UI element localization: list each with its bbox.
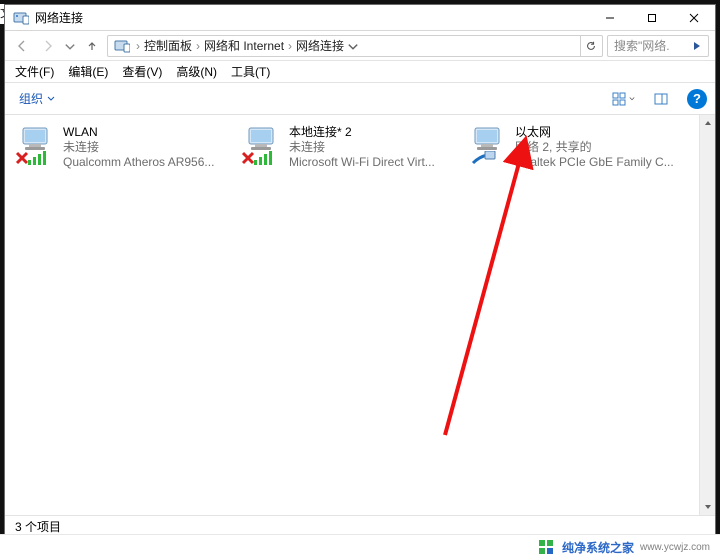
connection-name: 本地连接* 2 — [289, 125, 435, 140]
window-icon — [13, 10, 29, 26]
connection-name: 以太网 — [515, 125, 674, 140]
connection-device: Qualcomm Atheros AR956... — [63, 155, 214, 170]
ethernet-plug-icon — [471, 151, 497, 167]
close-button[interactable] — [673, 5, 715, 31]
address-dropdown-icon[interactable] — [346, 36, 360, 56]
breadcrumb-item[interactable]: 控制面板 — [142, 37, 194, 54]
watermark-url: www.ycwjz.com — [640, 542, 710, 553]
menu-edit[interactable]: 编辑(E) — [62, 62, 114, 81]
recent-locations-button[interactable] — [63, 35, 77, 57]
signal-bars-icon — [28, 149, 52, 165]
search-input[interactable] — [612, 38, 672, 54]
connection-name: WLAN — [63, 125, 214, 140]
network-adapter-icon — [467, 125, 509, 165]
watermark-strip: 纯净系统之家 www.ycwjz.com — [0, 534, 720, 560]
organize-button[interactable]: 组织 — [19, 90, 55, 107]
search-box[interactable] — [607, 35, 709, 57]
menu-advanced[interactable]: 高级(N) — [170, 62, 223, 81]
breadcrumb-item[interactable]: 网络连接 — [294, 37, 346, 54]
annotation-arrow — [425, 135, 625, 455]
explorer-window: 网络连接 › 控制面板 › — [4, 4, 716, 538]
connection-device: Realtek PCIe GbE Family C... — [515, 155, 674, 170]
back-button[interactable] — [11, 35, 33, 57]
navigation-bar: › 控制面板 › 网络和 Internet › 网络连接 — [5, 31, 715, 61]
scroll-track[interactable] — [700, 131, 715, 499]
connection-item-local2[interactable]: 本地连接* 2 未连接 Microsoft Wi-Fi Direct Virt.… — [235, 121, 461, 175]
help-button[interactable]: ? — [687, 89, 707, 109]
scroll-up-icon[interactable] — [700, 115, 715, 131]
network-adapter-icon — [15, 125, 57, 165]
titlebar: 网络连接 — [5, 5, 715, 31]
address-icon — [114, 38, 130, 54]
watermark-brand: 纯净系统之家 — [562, 539, 634, 556]
content-area: WLAN 未连接 Qualcomm Atheros AR956... — [5, 115, 715, 515]
disabled-x-icon — [241, 151, 255, 165]
connection-list: WLAN 未连接 Qualcomm Atheros AR956... — [5, 115, 715, 181]
vertical-scrollbar[interactable] — [699, 115, 715, 515]
minimize-button[interactable] — [589, 5, 631, 31]
forward-button[interactable] — [37, 35, 59, 57]
breadcrumb-sep-icon: › — [134, 39, 142, 53]
menu-tools[interactable]: 工具(T) — [225, 62, 276, 81]
preview-pane-button[interactable] — [643, 87, 679, 111]
menu-view[interactable]: 查看(V) — [116, 62, 168, 81]
scroll-down-icon[interactable] — [700, 499, 715, 515]
connection-status: 未连接 — [63, 140, 214, 155]
menu-bar: 文件(F) 编辑(E) 查看(V) 高级(N) 工具(T) — [5, 61, 715, 83]
connection-device: Microsoft Wi-Fi Direct Virt... — [289, 155, 435, 170]
search-go-icon[interactable] — [690, 39, 704, 53]
network-adapter-icon — [241, 125, 283, 165]
window-title: 网络连接 — [35, 9, 83, 26]
chevron-down-icon — [629, 96, 635, 102]
connection-item-wlan[interactable]: WLAN 未连接 Qualcomm Atheros AR956... — [9, 121, 235, 175]
chevron-down-icon — [47, 95, 55, 103]
refresh-button[interactable] — [580, 36, 600, 56]
organize-label: 组织 — [19, 90, 43, 107]
menu-file[interactable]: 文件(F) — [9, 62, 60, 81]
breadcrumb-item[interactable]: 网络和 Internet — [202, 37, 286, 54]
disabled-x-icon — [15, 151, 29, 165]
watermark-logo-icon — [538, 539, 556, 557]
connection-item-ethernet[interactable]: 以太网 网络 2, 共享的 Realtek PCIe GbE Family C.… — [461, 121, 687, 175]
status-text: 3 个项目 — [15, 518, 61, 535]
address-bar[interactable]: › 控制面板 › 网络和 Internet › 网络连接 — [107, 35, 603, 57]
view-mode-button[interactable] — [605, 87, 641, 111]
breadcrumb-sep-icon: › — [194, 39, 202, 53]
maximize-button[interactable] — [631, 5, 673, 31]
signal-bars-icon — [254, 149, 278, 165]
breadcrumb-sep-icon: › — [286, 39, 294, 53]
toolbar: 组织 ? — [5, 83, 715, 115]
connection-status: 网络 2, 共享的 — [515, 140, 674, 155]
up-button[interactable] — [81, 35, 103, 57]
connection-status: 未连接 — [289, 140, 435, 155]
